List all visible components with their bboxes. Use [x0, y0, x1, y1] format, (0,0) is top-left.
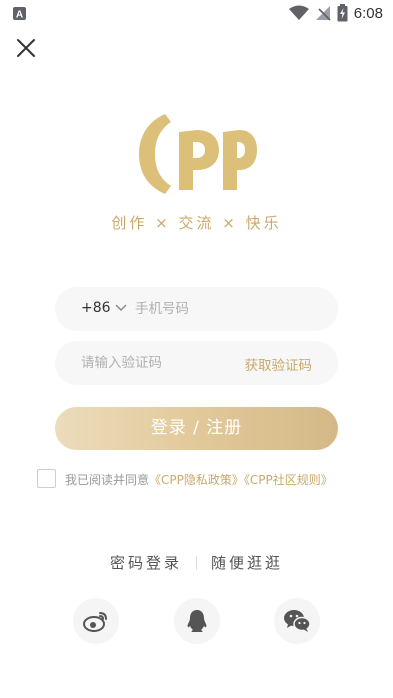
close-icon — [17, 39, 35, 57]
country-code-select[interactable]: +86 — [81, 300, 111, 316]
weibo-login-button[interactable] — [73, 598, 119, 644]
qq-login-button[interactable] — [174, 598, 220, 644]
weibo-icon — [83, 612, 107, 632]
phone-input[interactable] — [135, 298, 315, 320]
status-time: 6:08 — [353, 4, 383, 22]
wifi-icon — [288, 5, 309, 20]
wechat-login-button[interactable] — [274, 598, 320, 644]
agreement-checkbox[interactable] — [37, 469, 56, 488]
divider — [196, 555, 197, 570]
agreement-prefix: 我已阅读并同意 — [65, 473, 150, 487]
brand-slogan: 创作 × 交流 × 快乐 — [111, 214, 282, 232]
agreement-text: 我已阅读并同意《CPP隐私政策》《CPP社区规则》 — [65, 471, 333, 488]
status-bar: A 6:08 — [0, 0, 393, 26]
svg-text:A: A — [16, 10, 23, 21]
community-rules-link[interactable]: 《CPP社区规则》 — [244, 473, 333, 487]
wechat-icon — [284, 610, 311, 632]
qq-icon — [187, 610, 207, 632]
verification-code-input[interactable] — [81, 352, 231, 374]
notification-a-icon: A — [13, 7, 26, 20]
alt-login-row: 密码登录 随便逛逛 — [0, 552, 393, 573]
chevron-down-icon[interactable] — [115, 304, 127, 312]
code-field: 获取验证码 — [55, 341, 338, 385]
cpp-logo — [139, 114, 257, 194]
privacy-policy-link[interactable]: 《CPP隐私政策》 — [149, 473, 244, 487]
get-code-button[interactable]: 获取验证码 — [245, 354, 313, 374]
signal-icon — [315, 6, 331, 21]
battery-icon — [337, 4, 348, 22]
close-button[interactable] — [14, 36, 38, 60]
password-login-link[interactable]: 密码登录 — [110, 552, 182, 573]
login-register-button[interactable]: 登录 / 注册 — [55, 407, 338, 450]
phone-field: +86 — [55, 287, 338, 331]
browse-link[interactable]: 随便逛逛 — [211, 552, 283, 573]
